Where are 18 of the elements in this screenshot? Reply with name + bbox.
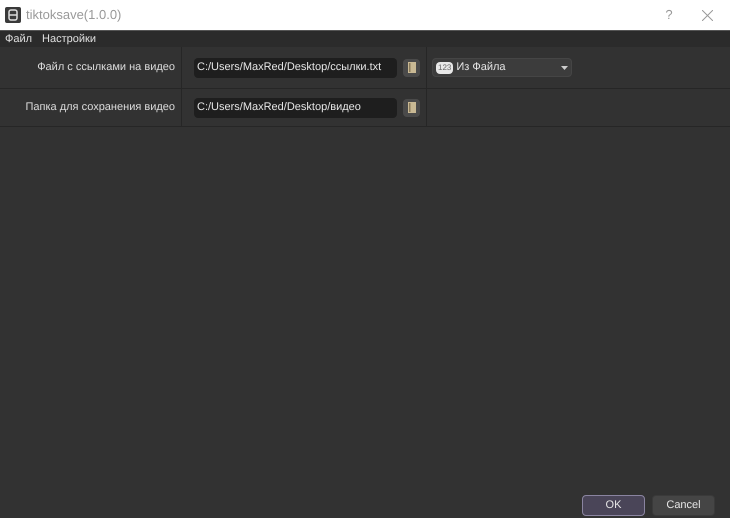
dialog-button[interactable]: Cancel [652,495,715,516]
field-label: Папка для сохранения видео [26,100,175,116]
book-icon [408,62,416,73]
source-dropdown[interactable]: 123 Из Файла [432,58,572,77]
field-label: Файл с ссылками на видео [37,60,175,76]
path-field[interactable]: C:/Users/MaxRed/Desktop/видео [194,98,397,118]
menu-item[interactable]: Файл [0,30,38,48]
dialog-button[interactable]: OK [582,495,645,516]
browse-button[interactable] [403,58,420,76]
menu-item[interactable]: Настройки [37,30,101,48]
number-badge: 123 [436,62,454,74]
close-icon [702,10,712,20]
app-icon [5,7,21,23]
window-title: tiktoksave(1.0.0) [26,6,122,24]
caret-icon [561,66,568,70]
browse-button[interactable] [403,98,420,116]
path-field[interactable]: C:/Users/MaxRed/Desktop/ссылки.txt [194,58,397,78]
book-icon [408,102,416,113]
